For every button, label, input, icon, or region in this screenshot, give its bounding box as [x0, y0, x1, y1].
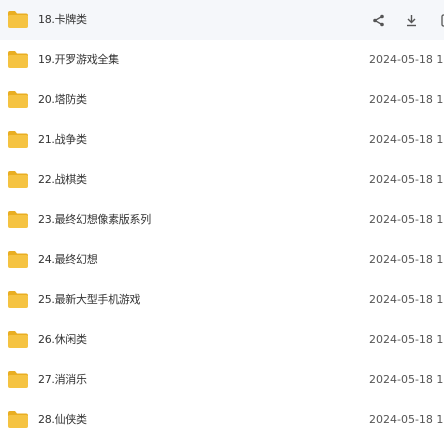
file-name[interactable]: 28.仙侠类: [38, 400, 87, 440]
modified-date: 2024-05-18 1: [369, 293, 444, 306]
folder-icon: [8, 11, 28, 28]
file-name[interactable]: 24.最终幻想: [38, 240, 98, 280]
folder-icon: [8, 51, 28, 68]
file-name[interactable]: 20.塔防类: [38, 80, 87, 120]
modified-date: 2024-05-18 1: [369, 333, 444, 346]
file-row[interactable]: 20.塔防类 2024-05-18 1: [0, 80, 444, 120]
modified-date: 2024-05-18 1: [369, 413, 444, 426]
modified-date: 2024-05-18 1: [369, 213, 444, 226]
file-name[interactable]: 26.休闲类: [38, 320, 87, 360]
modified-date: 2024-05-18 1: [369, 173, 444, 186]
folder-icon: [8, 171, 28, 188]
folder-icon: [8, 251, 28, 268]
file-row[interactable]: 19.开罗游戏全集 2024-05-18 1: [0, 40, 444, 80]
download-icon: [406, 14, 416, 26]
file-name[interactable]: 25.最新大型手机游戏: [38, 280, 141, 320]
file-name[interactable]: 22.战棋类: [38, 160, 87, 200]
modified-date: 2024-05-18 1: [369, 53, 444, 66]
more-button[interactable]: [435, 11, 444, 29]
file-row[interactable]: 28.仙侠类 2024-05-18 1: [0, 400, 444, 440]
share-button[interactable]: [369, 11, 387, 29]
file-row[interactable]: 21.战争类 2024-05-18 1: [0, 120, 444, 160]
modified-date: 2024-05-18 1: [369, 373, 444, 386]
modified-date: 2024-05-18 1: [369, 133, 444, 146]
more-icon: [440, 13, 444, 27]
file-row[interactable]: 26.休闲类 2024-05-18 1: [0, 320, 444, 360]
file-row[interactable]: 23.最终幻想像素版系列 2024-05-18 1: [0, 200, 444, 240]
file-name[interactable]: 19.开罗游戏全集: [38, 40, 119, 80]
file-name[interactable]: 21.战争类: [38, 120, 87, 160]
file-row[interactable]: 24.最终幻想 2024-05-18 1: [0, 240, 444, 280]
file-row[interactable]: 22.战棋类 2024-05-18 1: [0, 160, 444, 200]
folder-icon: [8, 131, 28, 148]
file-name[interactable]: 27.消消乐: [38, 360, 87, 400]
modified-date: 2024-05-18 1: [369, 253, 444, 266]
folder-icon: [8, 331, 28, 348]
row-actions: [369, 11, 444, 29]
folder-icon: [8, 211, 28, 228]
download-button[interactable]: [402, 11, 420, 29]
file-row[interactable]: 27.消消乐 2024-05-18 1: [0, 360, 444, 400]
folder-icon: [8, 411, 28, 428]
file-name[interactable]: 23.最终幻想像素版系列: [38, 200, 151, 240]
file-list: 18.卡牌类 19.开罗游戏全集 2024-05-18 1 20.塔防类 202…: [0, 0, 444, 444]
share-icon: [372, 14, 384, 26]
modified-date: 2024-05-18 1: [369, 93, 444, 106]
folder-icon: [8, 371, 28, 388]
file-row[interactable]: 25.最新大型手机游戏 2024-05-18 1: [0, 280, 444, 320]
folder-icon: [8, 291, 28, 308]
file-name[interactable]: 18.卡牌类: [38, 0, 87, 40]
file-row[interactable]: 18.卡牌类: [0, 0, 444, 40]
folder-icon: [8, 91, 28, 108]
